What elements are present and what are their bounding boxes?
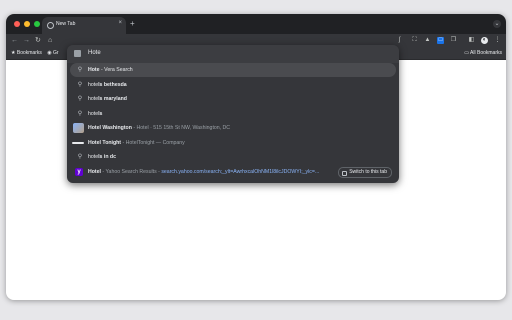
hotel-thumbnail	[73, 123, 84, 133]
translate-extension-icon[interactable]: □	[437, 37, 444, 44]
suggestion-subtitle: - Hotel · 515 15th St NW, Washington, DC	[131, 125, 231, 131]
github-icon: ◉	[47, 50, 52, 56]
folder-icon: ▭	[464, 50, 469, 56]
address-bar-text: Hote	[88, 50, 101, 56]
yahoo-icon: y	[75, 168, 83, 176]
search-icon: ⚲	[77, 82, 83, 88]
switch-tab-icon	[342, 171, 348, 176]
address-bar-input[interactable]: Hote	[67, 45, 399, 63]
suggestion-typed: hote	[88, 154, 99, 160]
suggestion-completion: ls maryland	[98, 96, 127, 102]
suggestion-hotels[interactable]: ⚲ hotels	[70, 107, 396, 121]
bookmarks-label: Bookmarks	[16, 50, 42, 56]
back-arrow-icon[interactable]: ←	[11, 36, 18, 45]
suggestion-subtitle: - HotelTonight — Company	[121, 140, 185, 146]
chrome-favicon-icon	[47, 22, 54, 29]
star-icon: ★	[11, 50, 16, 56]
all-bookmarks-button[interactable]: ▭ All Bookmarks	[464, 50, 502, 56]
tab-strip: New Tab × + ⌄	[6, 14, 506, 34]
suggestion-completion: ls in dc	[98, 154, 116, 160]
suggestion-yahoo-hotel[interactable]: y Hotel - Yahoo Search Results - search.…	[70, 165, 396, 179]
suggestion-hotels-bethesda[interactable]: ⚲ hotels bethesda	[70, 78, 396, 92]
search-icon: ⚲	[77, 154, 83, 160]
suggestion-completion: ls bethesda	[98, 82, 127, 88]
switch-to-tab-button[interactable]: Switch to this tab	[338, 167, 392, 178]
site-icon	[74, 50, 81, 57]
bookmarks-item[interactable]: ★ Bookmarks ◉ Gr	[11, 50, 59, 56]
tab-title: New Tab	[56, 21, 76, 27]
close-window-button[interactable]	[14, 21, 20, 27]
tab-new-tab[interactable]: New Tab ×	[42, 17, 126, 34]
minimize-window-button[interactable]	[24, 21, 30, 27]
reader-mode-icon[interactable]: ʃ	[396, 37, 403, 44]
reload-icon[interactable]: ↻	[35, 36, 41, 45]
suggestion-subtitle: - Yahoo Search Results -	[100, 169, 162, 175]
tab-close-icon[interactable]: ×	[118, 20, 122, 27]
suggestion-title: Hotel Washington	[88, 125, 132, 131]
suggestion-rest: - Vera Search	[99, 67, 133, 73]
extension-icon[interactable]: ▲	[424, 37, 431, 44]
search-icon: ⚲	[77, 111, 83, 117]
forward-arrow-icon[interactable]: →	[23, 36, 30, 45]
browser-window: New Tab × + ⌄ ← → ↻ ⌂ ʃ ⛶ ▲ □ ❒ ◧ ◐ ⋮ ★ …	[6, 14, 506, 300]
suggestion-typed: hote	[88, 96, 99, 102]
suggestion-url: search.yahoo.com/search;_ylt=AwrhxcalOhN…	[161, 169, 320, 175]
omnibox-dropdown: Hote ⚲ Hote - Vera Search ⚲ hotels bethe…	[67, 45, 399, 183]
suggestion-hotel-washington[interactable]: Hotel Washington - Hotel · 515 15th St N…	[70, 121, 396, 135]
suggestion-vera-search[interactable]: ⚲ Hote - Vera Search	[70, 63, 396, 77]
screenshot-icon[interactable]: ⛶	[411, 37, 418, 44]
suggestion-hotels-maryland[interactable]: ⚲ hotels maryland	[70, 92, 396, 106]
tab-search-chevron-icon[interactable]: ⌄	[493, 20, 501, 28]
suggestion-title: Hotel	[88, 169, 101, 175]
suggestion-typed: hote	[88, 111, 99, 117]
bookmark-folder-label: Gr	[53, 50, 59, 56]
search-icon: ⚲	[77, 67, 83, 73]
search-icon: ⚲	[77, 96, 83, 102]
suggestion-completion: ls	[98, 111, 103, 117]
suggestion-hotel-tonight[interactable]: Hotel Tonight - HotelTonight — Company	[70, 136, 396, 150]
suggestion-typed: hote	[88, 82, 99, 88]
new-tab-button[interactable]: +	[130, 19, 135, 28]
maximize-window-button[interactable]	[34, 21, 40, 27]
side-panel-icon[interactable]: ◧	[468, 37, 475, 44]
profile-avatar-icon[interactable]: ◐	[481, 37, 488, 44]
puzzle-extension-icon[interactable]: ❒	[450, 37, 457, 44]
suggestion-hotels-in-dc[interactable]: ⚲ hotels in dc	[70, 150, 396, 164]
suggestion-bold: Hote	[88, 67, 100, 73]
switch-to-tab-label: Switch to this tab	[349, 169, 387, 175]
all-bookmarks-label: All Bookmarks	[470, 50, 502, 56]
home-icon[interactable]: ⌂	[48, 36, 52, 45]
hoteltonight-icon	[72, 142, 84, 144]
more-menu-icon[interactable]: ⋮	[494, 37, 501, 44]
suggestion-title: Hotel Tonight	[88, 140, 122, 146]
